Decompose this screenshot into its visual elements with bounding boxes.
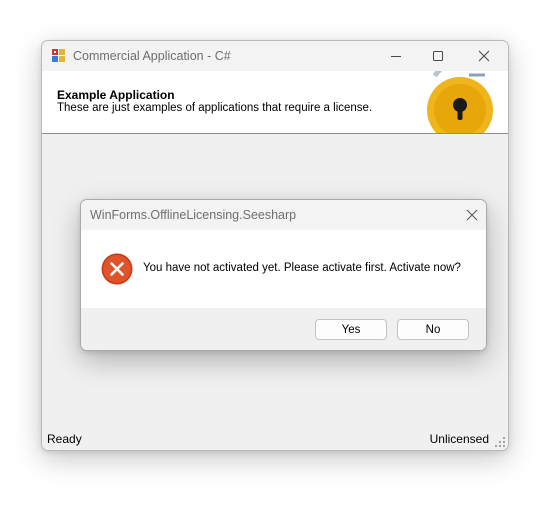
dialog-message: You have not activated yet. Please activ… <box>143 262 461 274</box>
dialog-titlebar[interactable]: WinForms.OfflineLicensing.Seesharp <box>81 200 486 230</box>
dialog-title: WinForms.OfflineLicensing.Seesharp <box>90 208 297 222</box>
error-x-icon <box>101 253 133 285</box>
dialog-footer: Yes No <box>81 308 486 350</box>
maximize-icon <box>433 51 443 61</box>
app-icon <box>52 49 65 62</box>
yes-button[interactable]: Yes <box>315 319 387 340</box>
padlock-icon <box>427 71 493 133</box>
minimize-button[interactable] <box>373 41 419 71</box>
minimize-icon <box>391 56 401 57</box>
main-window-title: Commercial Application - C# <box>73 49 231 63</box>
status-bar: Ready Unlicensed <box>42 429 508 450</box>
header-banner: Example Application These are just examp… <box>42 71 508 133</box>
status-ready-label: Ready <box>47 432 82 446</box>
dialog-close-button[interactable] <box>457 200 486 230</box>
close-button[interactable] <box>461 41 507 71</box>
close-icon <box>478 50 490 62</box>
close-icon <box>466 209 477 221</box>
no-button[interactable]: No <box>397 319 469 340</box>
header-title: Example Application <box>57 88 175 102</box>
main-titlebar[interactable]: Commercial Application - C# <box>42 41 508 71</box>
header-subtitle: These are just examples of applications … <box>57 102 373 114</box>
status-license-label: Unlicensed <box>429 432 489 446</box>
header-divider <box>42 133 508 134</box>
maximize-button[interactable] <box>415 41 461 71</box>
message-dialog: WinForms.OfflineLicensing.Seesharp You h… <box>80 199 487 351</box>
dialog-body: You have not activated yet. Please activ… <box>81 230 486 308</box>
resize-grip-icon[interactable] <box>494 436 506 448</box>
